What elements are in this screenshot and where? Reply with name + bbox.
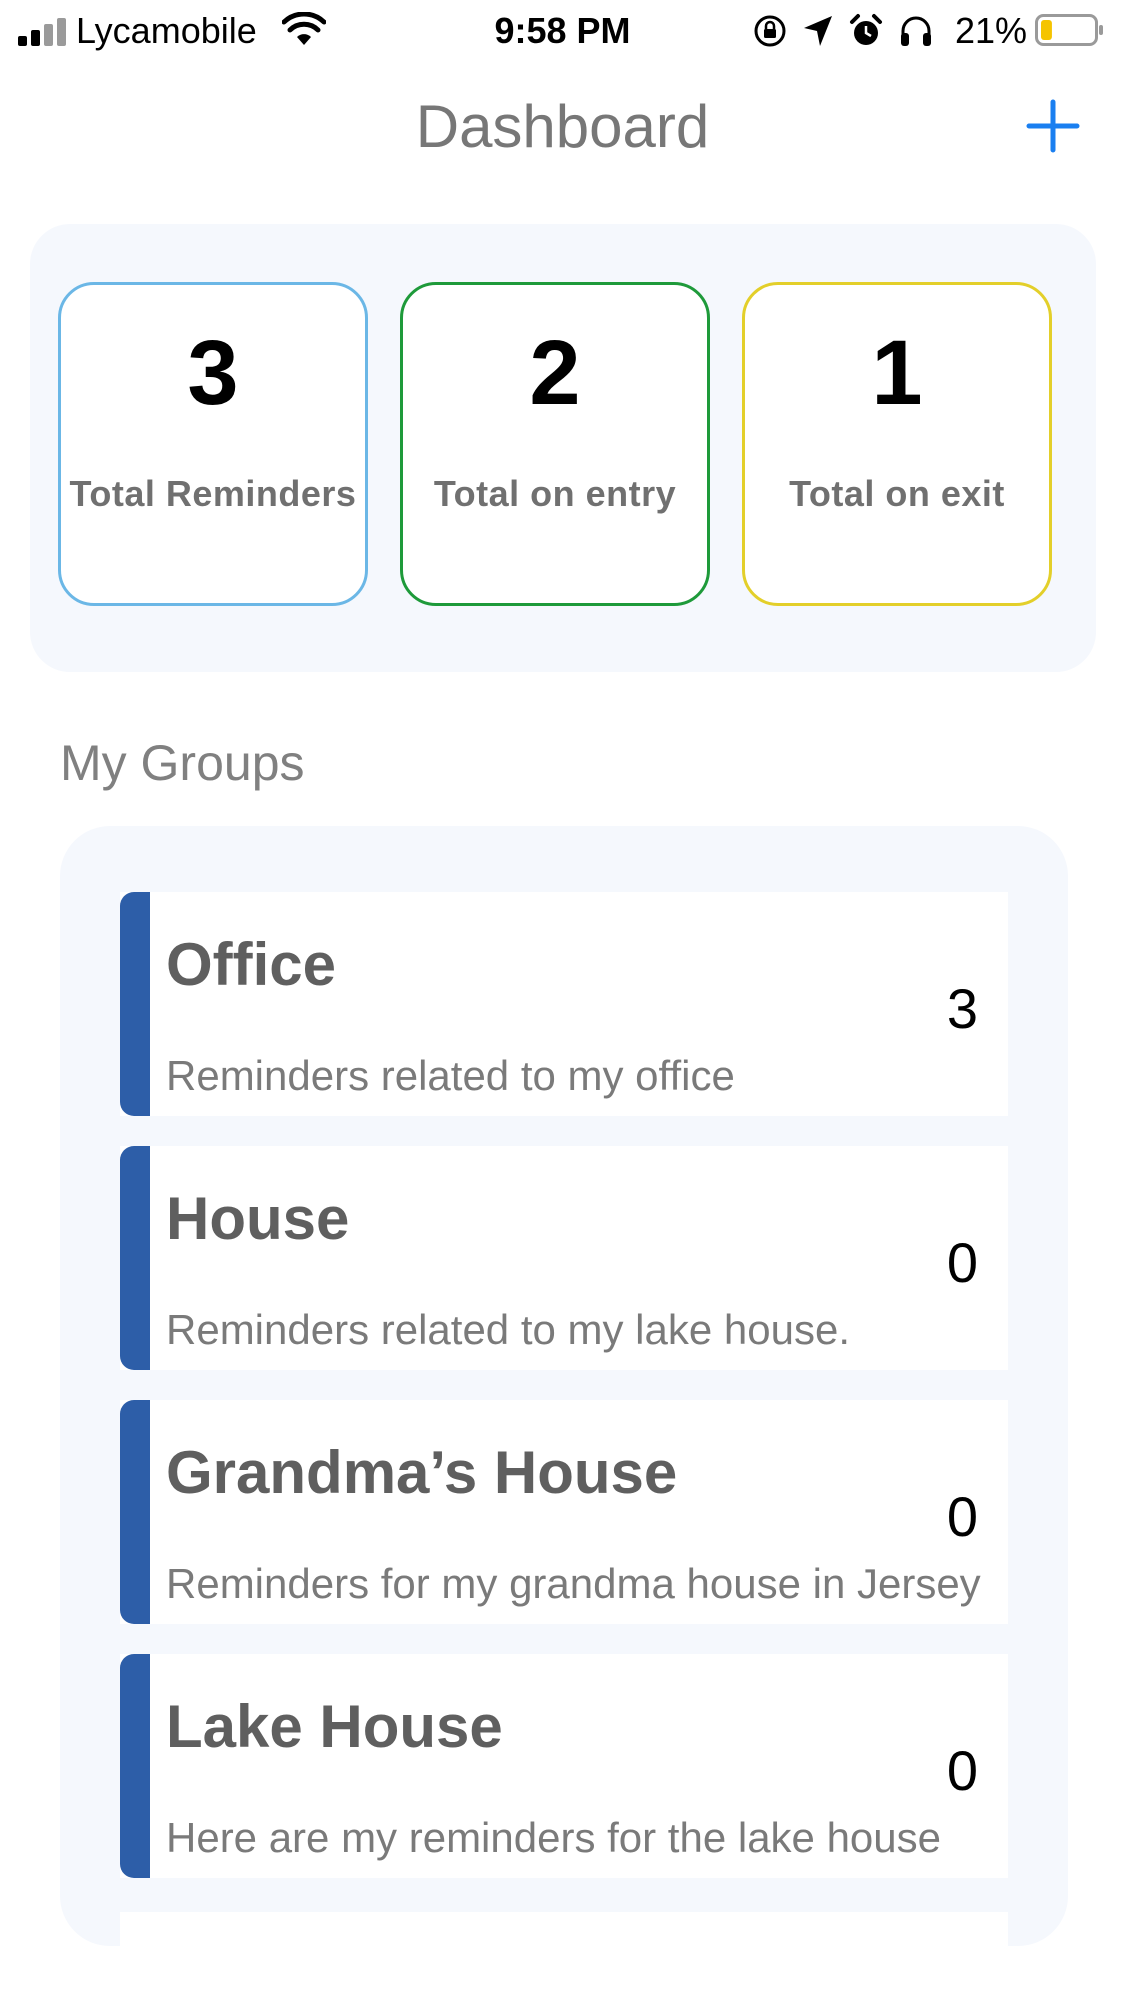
group-name: House [166, 1185, 350, 1252]
group-description: Reminders related to my lake house. [166, 1306, 850, 1353]
orientation-lock-icon [754, 15, 786, 47]
plus-icon[interactable] [1025, 98, 1081, 154]
battery-icon [1035, 14, 1103, 46]
section-title-my-groups: My Groups [60, 735, 305, 791]
stat-label: Total Reminders [69, 473, 357, 514]
group-count: 3 [946, 977, 978, 1040]
groups-list: Office 3 Reminders related to my office … [60, 826, 1068, 1946]
group-item-house[interactable]: House 0 Reminders related to my lake hou… [120, 1146, 1008, 1370]
stat-label: Total on entry [433, 473, 677, 514]
group-name: Lake House [166, 1693, 503, 1760]
battery-percentage: 21% [955, 10, 1028, 51]
stats-panel: 3 Total Reminders 2 Total on entry 1 Tot… [30, 224, 1096, 672]
group-name: Office [166, 931, 337, 998]
headphones-icon [901, 16, 931, 46]
stat-card-total-on-exit[interactable]: 1 Total on exit [742, 282, 1052, 606]
group-count: 0 [946, 1485, 978, 1548]
group-item-office[interactable]: Office 3 Reminders related to my office [120, 892, 1008, 1116]
stat-value: 2 [529, 322, 581, 424]
group-accent-bar [120, 892, 150, 1116]
group-accent-bar [120, 1400, 150, 1624]
group-item-lake-house[interactable]: Lake House 0 Here are my reminders for t… [120, 1654, 1008, 1878]
group-item-grandmas-house[interactable]: Grandma’s House 0 Reminders for my grand… [120, 1400, 1008, 1624]
alarm-icon [850, 14, 882, 45]
group-count: 0 [946, 1231, 978, 1294]
group-count: 0 [946, 1739, 978, 1802]
group-name: Grandma’s House [166, 1439, 678, 1506]
group-description: Reminders related to my office [166, 1052, 735, 1099]
stat-card-total-reminders[interactable]: 3 Total Reminders [58, 282, 368, 606]
stat-value: 1 [871, 322, 923, 424]
stat-card-total-on-entry[interactable]: 2 Total on entry [400, 282, 710, 606]
stat-value: 3 [187, 322, 239, 424]
page-title: Dashboard [415, 93, 710, 160]
group-item-partial[interactable] [120, 1912, 1008, 1946]
location-arrow-icon [804, 16, 832, 46]
group-accent-bar [120, 1146, 150, 1370]
group-accent-bar [120, 1654, 150, 1878]
group-description: Reminders for my grandma house in Jersey [166, 1560, 981, 1607]
group-description: Here are my reminders for the lake house [166, 1814, 942, 1861]
stat-label: Total on exit [789, 473, 1005, 514]
status-bar: Lycamobile 9:58 PM 21% [0, 0, 1125, 64]
